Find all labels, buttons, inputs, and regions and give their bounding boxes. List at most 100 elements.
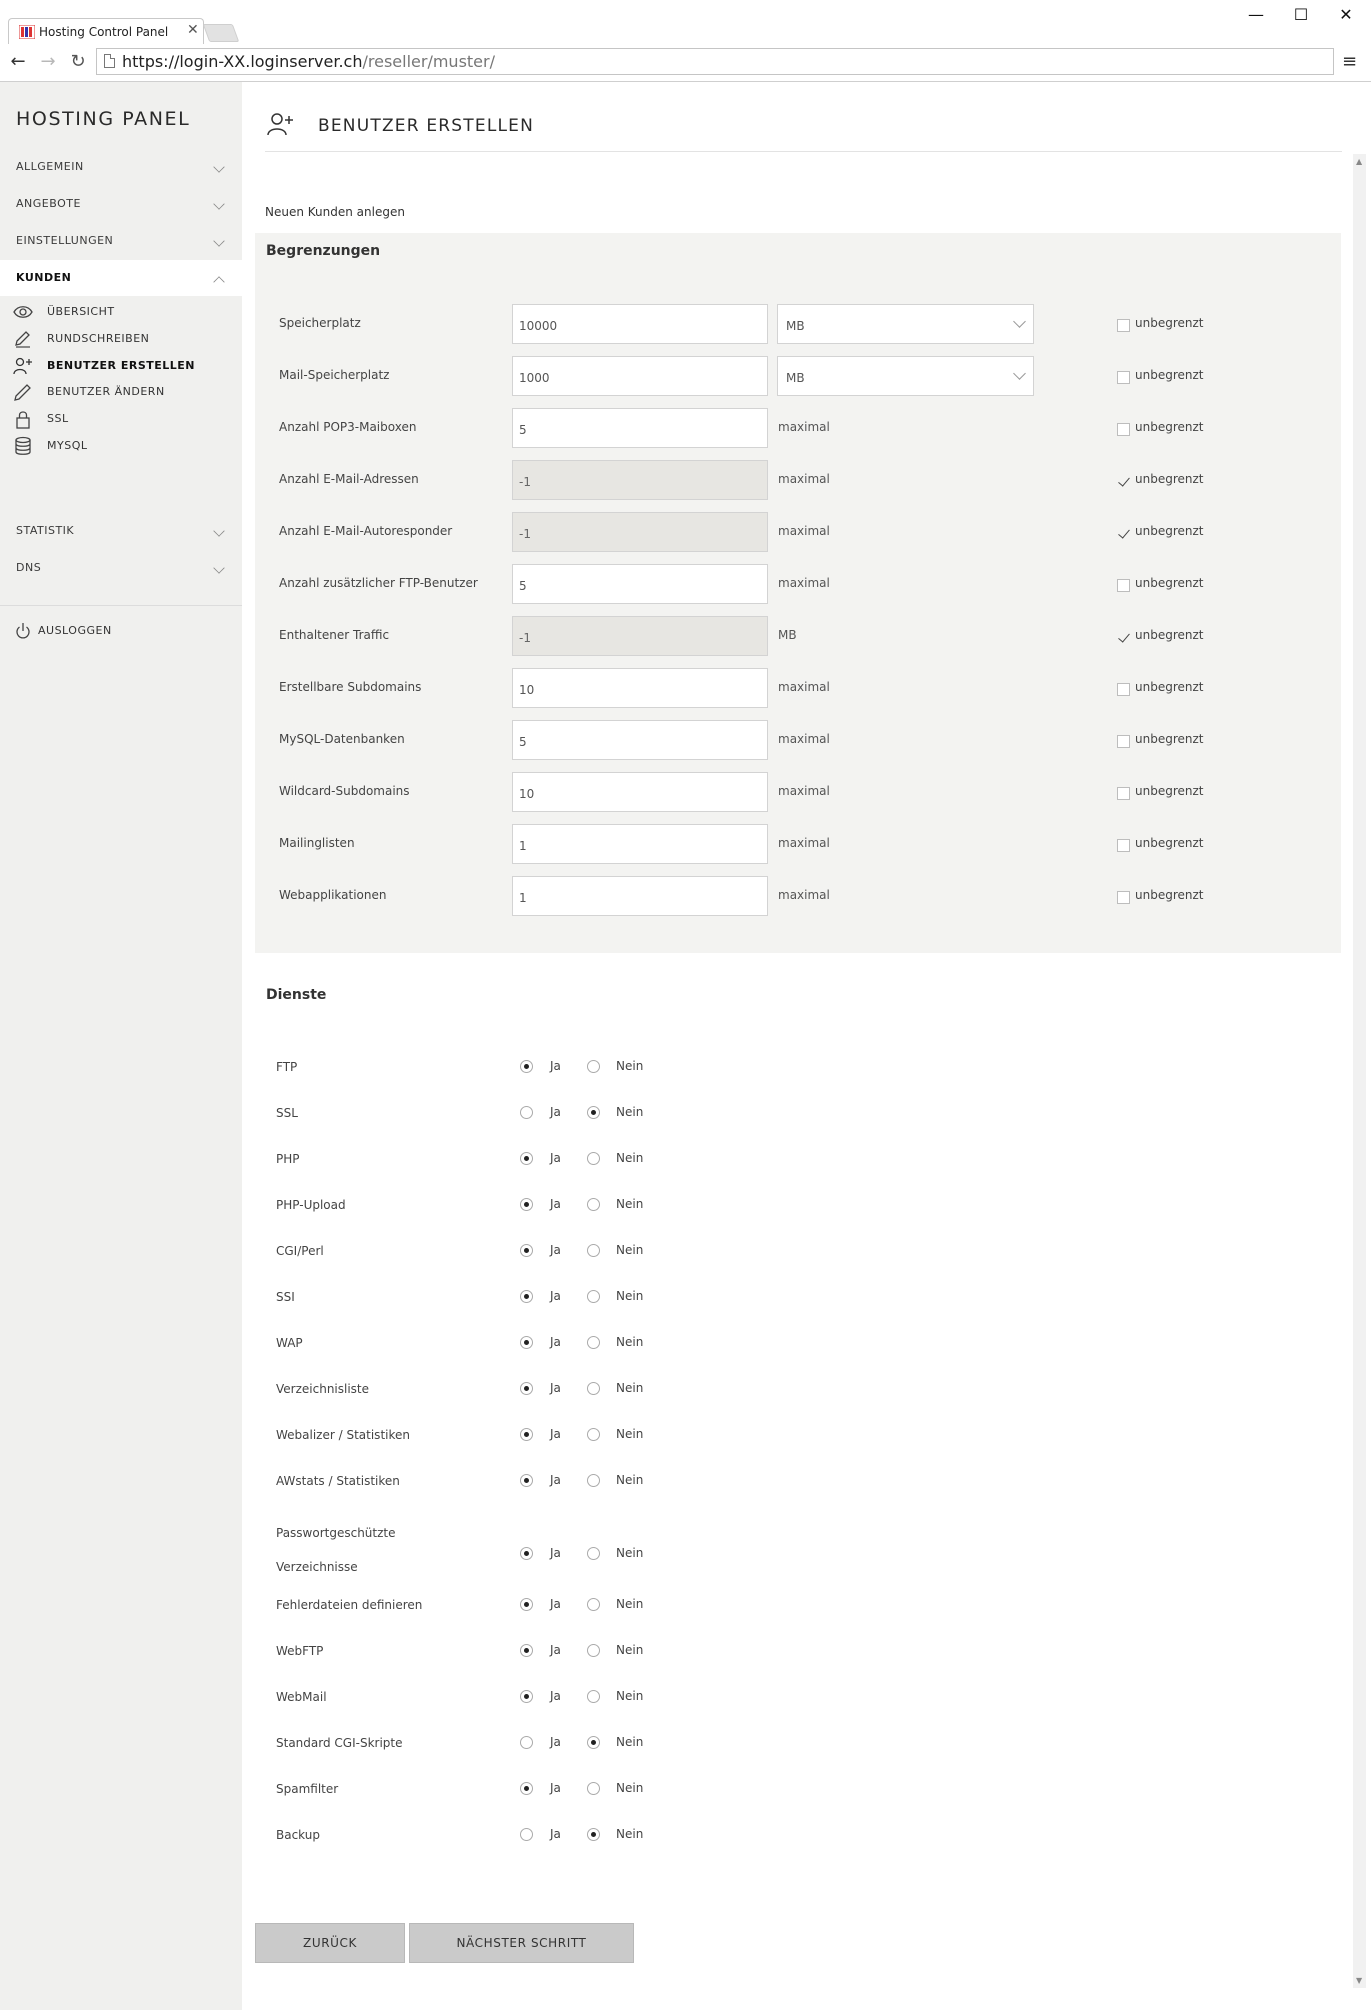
logout-button[interactable]: AUSLOGGEN [0,614,242,648]
limit-value-input[interactable]: 5 [512,720,768,760]
yes-radio[interactable] [520,1782,533,1795]
window-minimize-button[interactable]: — [1236,4,1276,26]
sidebar-item-label: RUNDSCHREIBEN [47,332,150,345]
unlimited-label: unbegrenzt [1135,524,1204,538]
yes-radio[interactable] [520,1736,533,1749]
service-label: WebMail [276,1690,327,1704]
back-arrow-icon[interactable]: ← [6,50,30,74]
yes-radio[interactable] [520,1244,533,1257]
service-row: WebFTP Ja Nein [255,1628,1341,1674]
no-radio[interactable] [587,1598,600,1611]
no-radio[interactable] [587,1547,600,1560]
unlimited-checkbox[interactable] [1117,527,1130,540]
no-radio[interactable] [587,1782,600,1795]
yes-radio[interactable] [520,1290,533,1303]
unlimited-checkbox[interactable] [1117,579,1130,592]
unlimited-checkbox[interactable] [1117,787,1130,800]
limit-value-input[interactable]: 10 [512,772,768,812]
brand-title: HOSTING PANEL [16,108,191,130]
forward-arrow-icon[interactable]: → [36,50,60,74]
service-label: Passwortgeschützte Verzeichnisse [276,1526,396,1574]
yes-radio[interactable] [520,1690,533,1703]
next-step-button[interactable]: NÄCHSTER SCHRITT [409,1923,634,1963]
sidebar-group-dns[interactable]: DNS [0,550,242,586]
no-radio[interactable] [587,1828,600,1841]
no-label: Nein [616,1643,644,1657]
yes-radio[interactable] [520,1152,533,1165]
yes-radio[interactable] [520,1644,533,1657]
no-radio[interactable] [587,1428,600,1441]
yes-radio[interactable] [520,1336,533,1349]
sidebar-group-kunden[interactable]: KUNDEN [0,260,242,296]
limit-value-input[interactable]: 5 [512,408,768,448]
window-close-button[interactable]: ✕ [1326,4,1366,26]
unlimited-checkbox[interactable] [1117,423,1130,436]
unlimited-checkbox[interactable] [1117,683,1130,696]
limit-value-input[interactable]: 5 [512,564,768,604]
browser-tab[interactable]: Hosting Control Panel ✕ [8,18,204,45]
chevron-down-icon [213,161,225,173]
unit-select[interactable]: MB [777,356,1034,396]
unlimited-label: unbegrenzt [1135,784,1204,798]
sidebar-group-einstellungen[interactable]: EINSTELLUNGEN [0,223,242,259]
no-label: Nein [616,1151,644,1165]
scroll-down-icon[interactable]: ▼ [1356,1976,1362,1985]
no-radio[interactable] [587,1736,600,1749]
sidebar-item-label: MYSQL [47,439,88,452]
sidebar-group-statistik[interactable]: STATISTIK [0,513,242,549]
limit-value-input[interactable]: 1000 [512,356,768,396]
unlimited-label: unbegrenzt [1135,680,1204,694]
yes-radio[interactable] [520,1828,533,1841]
sidebar-group-angebote[interactable]: ANGEBOTE [0,186,242,222]
unlimited-checkbox[interactable] [1117,631,1130,644]
yes-radio[interactable] [520,1198,533,1211]
no-radio[interactable] [587,1060,600,1073]
window-maximize-button[interactable]: ☐ [1281,4,1321,26]
scroll-up-icon[interactable]: ▲ [1356,157,1362,166]
unlimited-checkbox[interactable] [1117,839,1130,852]
yes-radio[interactable] [520,1598,533,1611]
back-button[interactable]: ZURÜCK [255,1923,405,1963]
unlimited-checkbox[interactable] [1117,735,1130,748]
no-radio[interactable] [587,1336,600,1349]
limit-value-input[interactable]: 1 [512,824,768,864]
url-text[interactable]: https://login-XX.loginserver.ch/reseller… [122,52,495,71]
yes-radio[interactable] [520,1106,533,1119]
no-radio[interactable] [587,1644,600,1657]
page-scrollbar[interactable]: ▲ ▼ [1353,154,1366,1988]
unit-select-value: MB [786,319,805,333]
limit-value-input[interactable]: 10000 [512,304,768,344]
form-intro: Neuen Kunden anlegen [265,205,405,219]
unlimited-checkbox[interactable] [1117,319,1130,332]
no-radio[interactable] [587,1152,600,1165]
no-radio[interactable] [587,1690,600,1703]
no-radio[interactable] [587,1382,600,1395]
limit-label: Enthaltener Traffic [279,628,390,642]
yes-label: Ja [550,1289,561,1303]
yes-radio[interactable] [520,1428,533,1441]
new-tab-button[interactable] [202,24,240,42]
sidebar-item-mysql[interactable]: MYSQL [0,429,242,463]
no-radio[interactable] [587,1474,600,1487]
yes-radio[interactable] [520,1382,533,1395]
sidebar-group-allgemein[interactable]: ALLGEMEIN [0,149,242,185]
no-radio[interactable] [587,1244,600,1257]
reload-icon[interactable]: ↻ [66,50,90,74]
yes-radio[interactable] [520,1474,533,1487]
yes-radio[interactable] [520,1547,533,1560]
limit-row: Anzahl E-Mail-Autoresponder -1 maximal unbe… [255,512,1341,552]
limit-value-input[interactable]: 10 [512,668,768,708]
no-radio[interactable] [587,1198,600,1211]
address-bar[interactable]: https://login-XX.loginserver.ch/reseller… [96,48,1334,75]
yes-radio[interactable] [520,1060,533,1073]
browser-menu-icon[interactable]: ≡ [1342,53,1360,71]
limit-value-input: -1 [512,460,768,500]
no-radio[interactable] [587,1106,600,1119]
unit-select[interactable]: MB [777,304,1034,344]
unlimited-checkbox[interactable] [1117,371,1130,384]
tab-close-icon[interactable]: ✕ [187,22,199,38]
no-radio[interactable] [587,1290,600,1303]
unlimited-checkbox[interactable] [1117,891,1130,904]
unlimited-checkbox[interactable] [1117,475,1130,488]
limit-value-input[interactable]: 1 [512,876,768,916]
